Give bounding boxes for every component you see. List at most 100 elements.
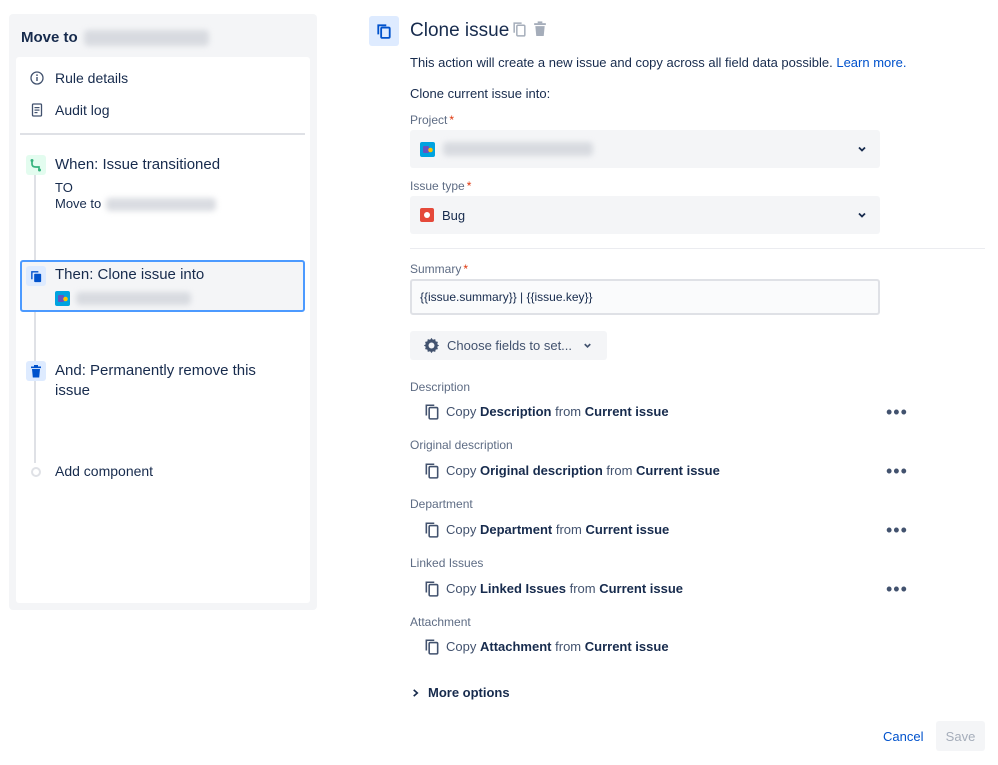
required-mark: * xyxy=(466,179,472,193)
trigger-title: When: Issue transitioned xyxy=(55,156,221,173)
action-description: This action will create a new issue and … xyxy=(410,55,906,70)
description-text: This action will create a new issue and … xyxy=(410,55,833,70)
clone-issue-header-icon xyxy=(369,16,399,46)
nav-audit-log[interactable]: Audit log xyxy=(28,101,109,119)
copy-source: Current issue xyxy=(584,404,669,419)
page-title: Clone issue xyxy=(410,20,510,41)
copy-row-original-description[interactable]: Copy Original description from Current i… xyxy=(424,462,720,479)
copy-field-name: Original description xyxy=(479,463,603,478)
from-word: from xyxy=(555,639,582,654)
nav-divider xyxy=(20,133,305,135)
field-label-department: Department xyxy=(410,497,473,511)
more-actions-icon[interactable]: ••• xyxy=(886,521,908,539)
gear-icon xyxy=(423,337,440,354)
from-word: from xyxy=(569,581,596,596)
choose-fields-button[interactable]: Choose fields to set... xyxy=(410,331,607,360)
save-button[interactable]: Save xyxy=(936,721,985,751)
duplicate-component-icon[interactable] xyxy=(512,21,527,37)
issue-type-select[interactable]: Bug xyxy=(410,196,880,234)
audit-log-icon xyxy=(28,101,46,119)
info-icon xyxy=(28,69,46,87)
field-label-original-description: Original description xyxy=(410,438,513,452)
rule-sidebar: Move to Rule details Audit log When: Iss… xyxy=(9,14,317,610)
required-mark: * xyxy=(463,262,469,276)
more-options-toggle[interactable]: More options xyxy=(411,685,510,700)
redacted-project-name xyxy=(443,142,593,156)
redacted-status xyxy=(106,197,217,211)
copy-word: Copy xyxy=(446,522,477,537)
from-word: from xyxy=(555,522,582,537)
copy-field-name: Linked Issues xyxy=(479,581,566,596)
copy-word: Copy xyxy=(446,581,477,596)
section-divider xyxy=(410,248,985,249)
rule-title-text: Move to xyxy=(21,29,78,46)
trash-icon xyxy=(26,361,46,381)
trigger-icon xyxy=(26,155,46,175)
summary-label-text: Summary xyxy=(410,262,462,276)
remove-action-title: And: Permanently remove this issue xyxy=(55,362,256,399)
learn-more-link[interactable]: Learn more. xyxy=(836,55,906,70)
clone-target-project xyxy=(55,291,191,306)
copy-field-name: Attachment xyxy=(479,639,552,654)
copy-row-description[interactable]: Copy Description from Current issue xyxy=(424,403,669,420)
header-actions xyxy=(512,21,547,37)
clone-into-label: Clone current issue into: xyxy=(410,86,551,101)
copy-word: Copy xyxy=(446,639,477,654)
delete-component-icon[interactable] xyxy=(533,21,547,37)
copy-icon xyxy=(424,403,440,420)
trigger-status-label: Move to xyxy=(55,196,102,211)
issue-type-value: Bug xyxy=(442,207,466,223)
copy-field-name: Department xyxy=(479,522,553,537)
field-label-attachment: Attachment xyxy=(410,615,471,629)
project-label-text: Project xyxy=(410,113,448,127)
rule-components-list: Rule details Audit log When: Issue trans… xyxy=(16,57,310,603)
trigger-status: Move to xyxy=(55,196,217,212)
add-component-dot xyxy=(31,467,41,477)
project-label: Project * xyxy=(410,113,454,127)
chevron-down-icon xyxy=(856,208,868,224)
copy-icon xyxy=(424,521,440,538)
summary-input[interactable] xyxy=(410,279,880,315)
choose-fields-label: Choose fields to set... xyxy=(447,338,573,353)
project-avatar-icon xyxy=(420,141,435,157)
rule-title: Move to xyxy=(21,29,209,46)
trigger-component[interactable]: When: Issue transitioned TO Move to xyxy=(20,153,305,223)
add-component-link[interactable]: Add component xyxy=(55,463,153,479)
summary-label: Summary * xyxy=(410,262,468,276)
cancel-button[interactable]: Cancel xyxy=(877,722,929,750)
copy-row-department[interactable]: Copy Department from Current issue xyxy=(424,521,669,538)
copy-field-name: Description xyxy=(479,404,552,419)
from-word: from xyxy=(606,463,633,478)
clone-action-icon xyxy=(26,266,46,286)
copy-row-linked-issues[interactable]: Copy Linked Issues from Current issue xyxy=(424,580,683,597)
project-avatar-icon xyxy=(55,291,70,306)
field-label-linked-issues: Linked Issues xyxy=(410,556,484,570)
copy-icon xyxy=(424,638,440,655)
copy-row-attachment[interactable]: Copy Attachment from Current issue xyxy=(424,638,669,655)
nav-audit-log-label: Audit log xyxy=(55,102,110,118)
clone-action-title: Then: Clone issue into xyxy=(55,266,205,283)
nav-rule-details[interactable]: Rule details xyxy=(28,69,128,87)
more-actions-icon[interactable]: ••• xyxy=(886,580,908,598)
copy-icon xyxy=(424,580,440,597)
copy-source: Current issue xyxy=(636,463,720,478)
copy-word: Copy xyxy=(446,404,477,419)
issue-type-label: Issue type * xyxy=(410,179,471,193)
more-actions-icon[interactable]: ••• xyxy=(886,403,908,421)
chevron-down-icon xyxy=(856,142,868,158)
redacted-project xyxy=(76,292,191,305)
project-select[interactable] xyxy=(410,130,880,168)
issue-type-label-text: Issue type xyxy=(410,179,465,193)
more-options-label: More options xyxy=(428,685,510,700)
copy-source: Current issue xyxy=(599,581,684,596)
chevron-down-icon xyxy=(582,340,593,351)
chevron-right-icon xyxy=(411,688,420,698)
copy-source: Current issue xyxy=(585,522,670,537)
field-label-description: Description xyxy=(410,380,471,394)
copy-icon xyxy=(424,462,440,479)
remove-action-component[interactable]: And: Permanently remove this issue xyxy=(20,359,305,405)
redacted-rule-name xyxy=(83,29,209,46)
bug-icon xyxy=(420,208,434,222)
clone-action-component[interactable]: Then: Clone issue into xyxy=(20,260,305,312)
more-actions-icon[interactable]: ••• xyxy=(886,462,908,480)
